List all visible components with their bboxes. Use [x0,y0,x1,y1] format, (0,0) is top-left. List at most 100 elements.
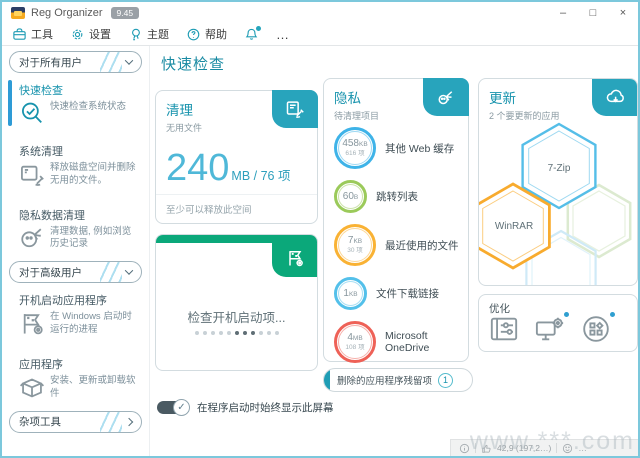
menu-settings[interactable]: 设置 [70,26,111,42]
leftovers-count-badge: 1 [438,373,453,388]
lightbulb-icon [128,27,143,42]
optimize-card[interactable]: 优化 [478,294,638,352]
apps-box-icon [19,374,45,400]
menu-help[interactable]: 帮助 [186,26,227,42]
show-at-startup-toggle[interactable]: ✓ [157,401,187,414]
page-title: 快速检查 [161,53,225,74]
sidebar-section-all-users[interactable]: 对于所有用户 [9,51,142,73]
minimize-button[interactable]: – [548,2,578,23]
toggle-label: 在程序启动时始终显示此屏幕 [197,400,334,415]
nav-desc: 释放磁盘空间并删除无用的文件。 [50,161,140,188]
hex-label-7zip: 7-Zip [548,163,571,174]
main-content: 快速检查 清理 无用文件 240 MB / 76 项 至少可以释放此空间 检查开… [151,46,638,456]
update-corner [592,78,638,116]
search-check-icon [19,100,45,126]
checkered-flag-icon [285,248,305,268]
sidebar-item-applications[interactable]: 应用程序 安装、更新或卸载软件 [9,347,142,401]
privacy-item-web-cache: 458KB 616 项 其他 Web 缓存 [334,127,462,169]
hex-label-winrar: WinRAR [495,221,533,232]
info-circle-icon[interactable] [459,443,470,454]
stripes-decoration [100,52,122,72]
startup-check-card[interactable]: 检查开机启动项... [155,234,318,371]
privacy-clean-icon [19,225,45,251]
privacy-item-jump-lists: 60B 跳转列表 [334,180,462,213]
nav-desc: 安装、更新或卸载软件 [50,374,140,401]
privacy-item-label: 最近使用的文件 [385,238,459,253]
update-card[interactable]: 更新 2 个要更新的应用 7-Zip WinRAR [478,78,638,286]
window-title: Reg Organizer [31,7,103,19]
close-button[interactable]: × [608,2,638,23]
divider [475,443,476,453]
nav-title: 系统清理 [19,143,140,159]
sidebar-item-system-clean[interactable]: 系统清理 释放磁盘空间并删除无用的文件。 [9,134,142,188]
privacy-card[interactable]: 隐私 待清理项目 458KB 616 项 其他 Web 缓存 60B [323,78,469,362]
ring-gauge: 7KB 30 项 [334,224,376,266]
sidebar-section-misc-tools[interactable]: 杂项工具 [9,411,142,433]
more-menu-button[interactable]: … [276,27,290,42]
privacy-item-label: 跳转列表 [376,189,418,204]
section-label: 杂项工具 [19,414,61,429]
monitor-gear-icon [535,314,565,344]
sidebar-item-quick-check[interactable]: 快速检查 快速检查系统状态 [9,73,142,126]
show-at-startup-row: ✓ 在程序启动时始终显示此屏幕 [157,400,334,415]
smiley-icon[interactable] [562,443,573,454]
clean-size-unit: MB / 76 项 [231,165,290,184]
sidebar-section-advanced-users[interactable]: 对于高级用户 [9,261,142,283]
ring-gauge: 1KB [334,277,367,310]
section-label: 对于高级用户 [19,265,82,280]
privacy-item-recent-files: 7KB 30 项 最近使用的文件 [334,224,462,266]
nav-title: 快速检查 [19,82,140,98]
nav-desc: 在 Windows 启动时运行的进程 [50,310,140,337]
app-leftovers-bar[interactable]: 删除的应用程序残留项 1 [323,368,473,392]
leftovers-label: 删除的应用程序残留项 [337,373,432,387]
sliders-panel-icon [489,314,519,344]
clean-size-value: 240 [166,149,229,187]
ring-gauge: 4MB 108 项 [334,321,376,363]
menu-help-label: 帮助 [205,26,227,42]
notifications-button[interactable] [244,27,259,42]
chevron-down-icon [125,267,133,275]
thumbs-up-icon[interactable] [481,443,492,454]
menu-tools[interactable]: 工具 [12,26,53,42]
clean-card[interactable]: 清理 无用文件 240 MB / 76 项 至少可以释放此空间 [155,90,318,224]
notification-dot [564,312,569,317]
nav-desc: 快速检查系统状态 [50,100,126,126]
sidebar-item-startup-apps[interactable]: 开机启动应用程序 在 Windows 启动时运行的进程 [9,283,142,337]
privacy-corner [423,78,469,116]
stripes-decoration [100,262,122,282]
app-logo-icon [11,7,25,19]
privacy-item-label: 其他 Web 缓存 [385,141,454,156]
menu-tools-label: 工具 [31,26,53,42]
duster-icon [435,87,457,107]
menu-theme[interactable]: 主题 [128,26,169,42]
menu-settings-label: 设置 [89,26,111,42]
sidebar: 对于所有用户 快速检查 快速检查系统状态 系统清理 释放磁盘空间并删除无用的文件… [2,46,150,456]
help-icon [186,27,201,42]
clean-card-footer: 至少可以释放此空间 [156,194,317,223]
notification-dot [610,312,615,317]
privacy-item-label: 文件下载链接 [376,286,439,301]
maximize-button[interactable]: □ [578,2,608,23]
gear-icon [70,27,85,42]
clean-corner [272,90,318,128]
ring-gauge: 458KB 616 项 [334,127,376,169]
clean-broom-icon [284,99,306,119]
optimize-apps-button[interactable] [581,314,611,349]
menu-theme-label: 主题 [147,26,169,42]
stats-text: 42,9 (197,2…) [497,443,551,453]
notification-dot [256,26,261,31]
circle-apps-icon [581,314,611,344]
menu-bar: 工具 设置 主题 帮助 … [2,23,638,46]
ring-gauge: 60B [334,180,367,213]
privacy-item-onedrive: 4MB 108 项 Microsoft OneDrive [334,321,462,363]
sidebar-item-privacy-clean[interactable]: 隐私数据清理 清理数据, 例如浏览历史记录 [9,198,142,252]
optimize-system-tweaks-button[interactable] [535,314,565,349]
optimize-settings-panel-button[interactable] [489,314,519,349]
status-bar: 42,9 (197,2…) … [450,439,638,456]
startup-check-label: 检查开机启动项... [156,307,317,326]
nav-desc: 清理数据, 例如浏览历史记录 [50,225,140,252]
privacy-item-download-links: 1KB 文件下载链接 [334,277,462,310]
nav-title: 隐私数据清理 [19,207,140,223]
toggle-check-knob: ✓ [173,399,190,416]
stripes-decoration [100,412,122,432]
